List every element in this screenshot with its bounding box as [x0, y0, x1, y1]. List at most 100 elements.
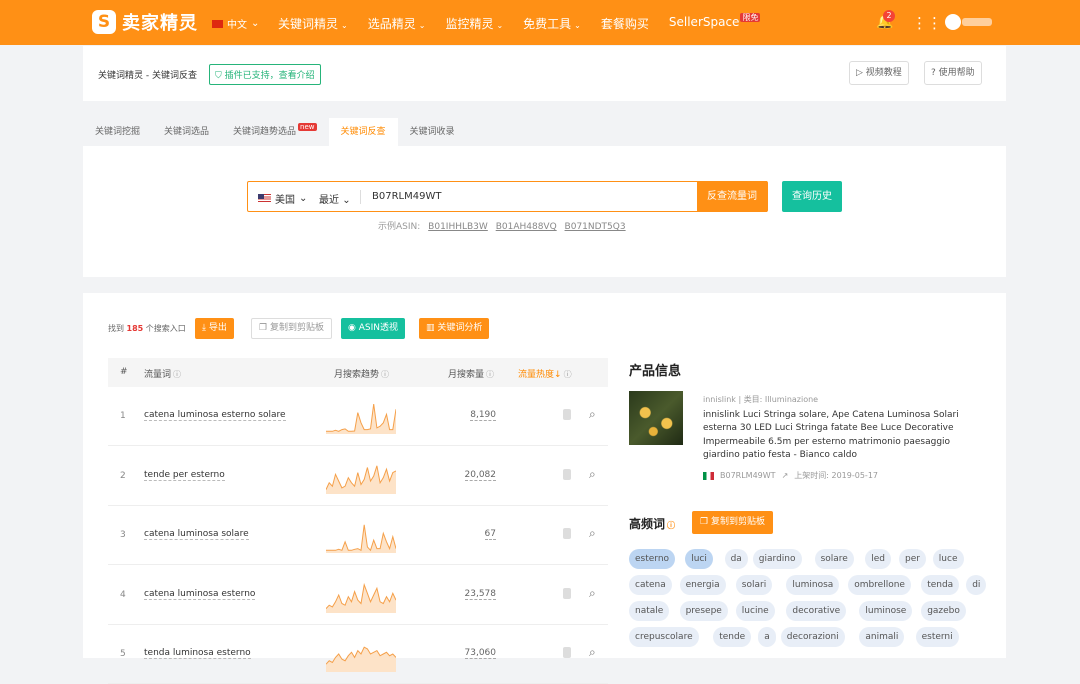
chevron-down-icon: ⌄ [496, 21, 504, 30]
example-asin-link[interactable]: B01AH488VQ [496, 222, 557, 232]
word-tag[interactable]: energia [679, 575, 726, 595]
word-tag[interactable]: luce [932, 549, 964, 569]
word-tag[interactable]: led [865, 549, 891, 569]
search-icon[interactable]: ⌕ [589, 467, 596, 482]
reverse-lookup-button[interactable]: 反查流量词 [697, 181, 767, 212]
tab-1[interactable]: 关键词选品 [152, 118, 221, 146]
word-tag[interactable]: decorazioni [780, 627, 845, 647]
search-icon[interactable]: ⌕ [589, 526, 596, 541]
nav-item[interactable]: 关键词精灵 ⌄ [278, 15, 348, 32]
keyword-analysis-button[interactable]: ▥ 关键词分析 [419, 318, 490, 339]
word-tag[interactable]: crepuscolare [629, 627, 699, 647]
tab-0[interactable]: 关键词挖掘 [83, 118, 152, 146]
nav-item[interactable]: 套餐购买 [601, 15, 649, 32]
help-icon[interactable]: ⓘ [564, 370, 572, 379]
row-volume[interactable]: 8,190 [470, 410, 496, 421]
copy-words-button[interactable]: ❐ 复制到剪贴板 [692, 511, 773, 534]
row-volume[interactable]: 23,578 [464, 589, 496, 600]
search-icon[interactable]: ⌕ [589, 586, 596, 601]
trend-sparkline[interactable] [326, 516, 396, 554]
word-tag[interactable]: animali [859, 627, 905, 647]
help-icon[interactable]: ⓘ [486, 370, 494, 379]
external-link-icon[interactable]: ↗ [782, 471, 789, 480]
nav-item[interactable]: 选品精灵 ⌄ [368, 15, 426, 32]
word-tag[interactable]: natale [629, 601, 670, 621]
word-tag[interactable]: di [966, 575, 987, 595]
language-selector[interactable]: 中文 ⌄ [212, 16, 259, 31]
word-tag[interactable]: esterni [915, 627, 959, 647]
avatar[interactable] [945, 14, 961, 30]
shield-check-icon: ⛉ [215, 71, 225, 81]
copy-clipboard-button[interactable]: ❐ 复制到剪贴板 [251, 318, 332, 339]
table-row[interactable]: 1 catena luminosa esterno solare 8,190 ⌕ [108, 387, 608, 446]
logo[interactable]: S 卖家精灵 [92, 9, 198, 35]
product-asin[interactable]: B07RLM49WT [720, 471, 776, 480]
word-tag[interactable]: esterno [629, 549, 676, 569]
word-tag[interactable]: per [899, 549, 926, 569]
word-tag[interactable]: luci [685, 549, 713, 569]
word-tag[interactable]: solare [814, 549, 854, 569]
col-heat[interactable]: 流量热度↓ ⓘ [518, 367, 572, 380]
nav-item[interactable]: 监控精灵 ⌄ [445, 15, 503, 32]
trend-sparkline[interactable] [326, 397, 396, 435]
help-icon[interactable]: ⓘ [667, 521, 675, 530]
table-row[interactable]: 4 catena luminosa esterno 23,578 ⌕ [108, 566, 608, 625]
word-tag[interactable]: tende [713, 627, 752, 647]
trend-sparkline[interactable] [326, 635, 396, 673]
asin-view-button[interactable]: ◉ ASIN透视 [341, 318, 405, 339]
example-asin-link[interactable]: B071NDT5Q3 [565, 222, 626, 232]
tab-2[interactable]: 关键词趋势选品 new [221, 118, 328, 146]
nav-item[interactable]: SellerSpace 限免 [669, 13, 761, 32]
apps-grid-icon[interactable]: ⋮⋮ [912, 14, 942, 32]
word-tag[interactable]: da [724, 549, 748, 569]
row-keyword[interactable]: tende per esterno [144, 470, 225, 481]
word-tag[interactable]: presepe [679, 601, 728, 621]
marketplace-select[interactable]: 美国 ⌄ [258, 191, 307, 206]
row-volume[interactable]: 67 [484, 529, 496, 540]
product-info-title: 产品信息 [629, 364, 682, 379]
search-icon[interactable]: ⌕ [589, 407, 596, 422]
product-image[interactable] [629, 391, 683, 445]
row-volume[interactable]: 20,082 [464, 470, 496, 481]
col-volume[interactable]: 月搜索量 ⓘ [448, 367, 494, 380]
help-button[interactable]: ? 使用帮助 [924, 61, 982, 85]
row-keyword[interactable]: catena luminosa esterno [144, 589, 256, 600]
word-tag[interactable]: luminosa [786, 575, 840, 595]
product-name[interactable]: innislink Luci Stringa solare, Ape Caten… [703, 409, 963, 462]
example-asin-link[interactable]: B01IHHLB3W [428, 222, 488, 232]
trend-sparkline[interactable] [326, 457, 396, 495]
word-tag[interactable]: lucine [735, 601, 775, 621]
table-row[interactable]: 2 tende per esterno 20,082 ⌕ [108, 447, 608, 506]
row-keyword[interactable]: catena luminosa esterno solare [144, 410, 286, 421]
word-tag[interactable]: giardino [752, 549, 802, 569]
word-tag[interactable]: decorative [786, 601, 847, 621]
tab-3[interactable]: 关键词反查 [328, 118, 398, 146]
help-icon[interactable]: ⓘ [381, 370, 389, 379]
tab-4[interactable]: 关键词收录 [398, 118, 467, 146]
word-tag[interactable]: catena [629, 575, 672, 595]
table-row[interactable]: 3 catena luminosa solare 67 ⌕ [108, 506, 608, 565]
eye-icon: ◉ [348, 323, 359, 333]
row-volume[interactable]: 73,060 [464, 648, 496, 659]
word-tag[interactable]: ombrellone [848, 575, 911, 595]
video-tutorial-button[interactable]: ▷ 视频教程 [849, 61, 909, 85]
col-trend[interactable]: 月搜索趋势 ⓘ [334, 367, 389, 380]
query-history-button[interactable]: 查询历史 [782, 181, 842, 212]
plugin-notice-link[interactable]: ⛉ 插件已支持，查看介绍 [209, 64, 321, 85]
col-keyword[interactable]: 流量词 ⓘ [144, 367, 181, 380]
row-keyword[interactable]: tenda luminosa esterno [144, 648, 251, 659]
word-tag[interactable]: gazebo [921, 601, 966, 621]
table-row[interactable]: 5 tenda luminosa esterno 73,060 ⌕ [108, 625, 608, 684]
word-tag[interactable]: solari [735, 575, 773, 595]
word-tag[interactable]: a [758, 627, 776, 647]
help-icon[interactable]: ⓘ [173, 370, 181, 379]
word-tag[interactable]: luminose [859, 601, 913, 621]
new-badge: new [298, 123, 317, 131]
period-select[interactable]: 最近 ⌄ [319, 191, 351, 206]
nav-item[interactable]: 免费工具 ⌄ [523, 15, 581, 32]
asin-input[interactable]: B07RLM49WT [372, 191, 441, 202]
row-keyword[interactable]: catena luminosa solare [144, 529, 249, 540]
trend-sparkline[interactable] [326, 576, 396, 614]
export-button[interactable]: ⤓ 导出 [195, 318, 234, 339]
word-tag[interactable]: tenda [921, 575, 960, 595]
